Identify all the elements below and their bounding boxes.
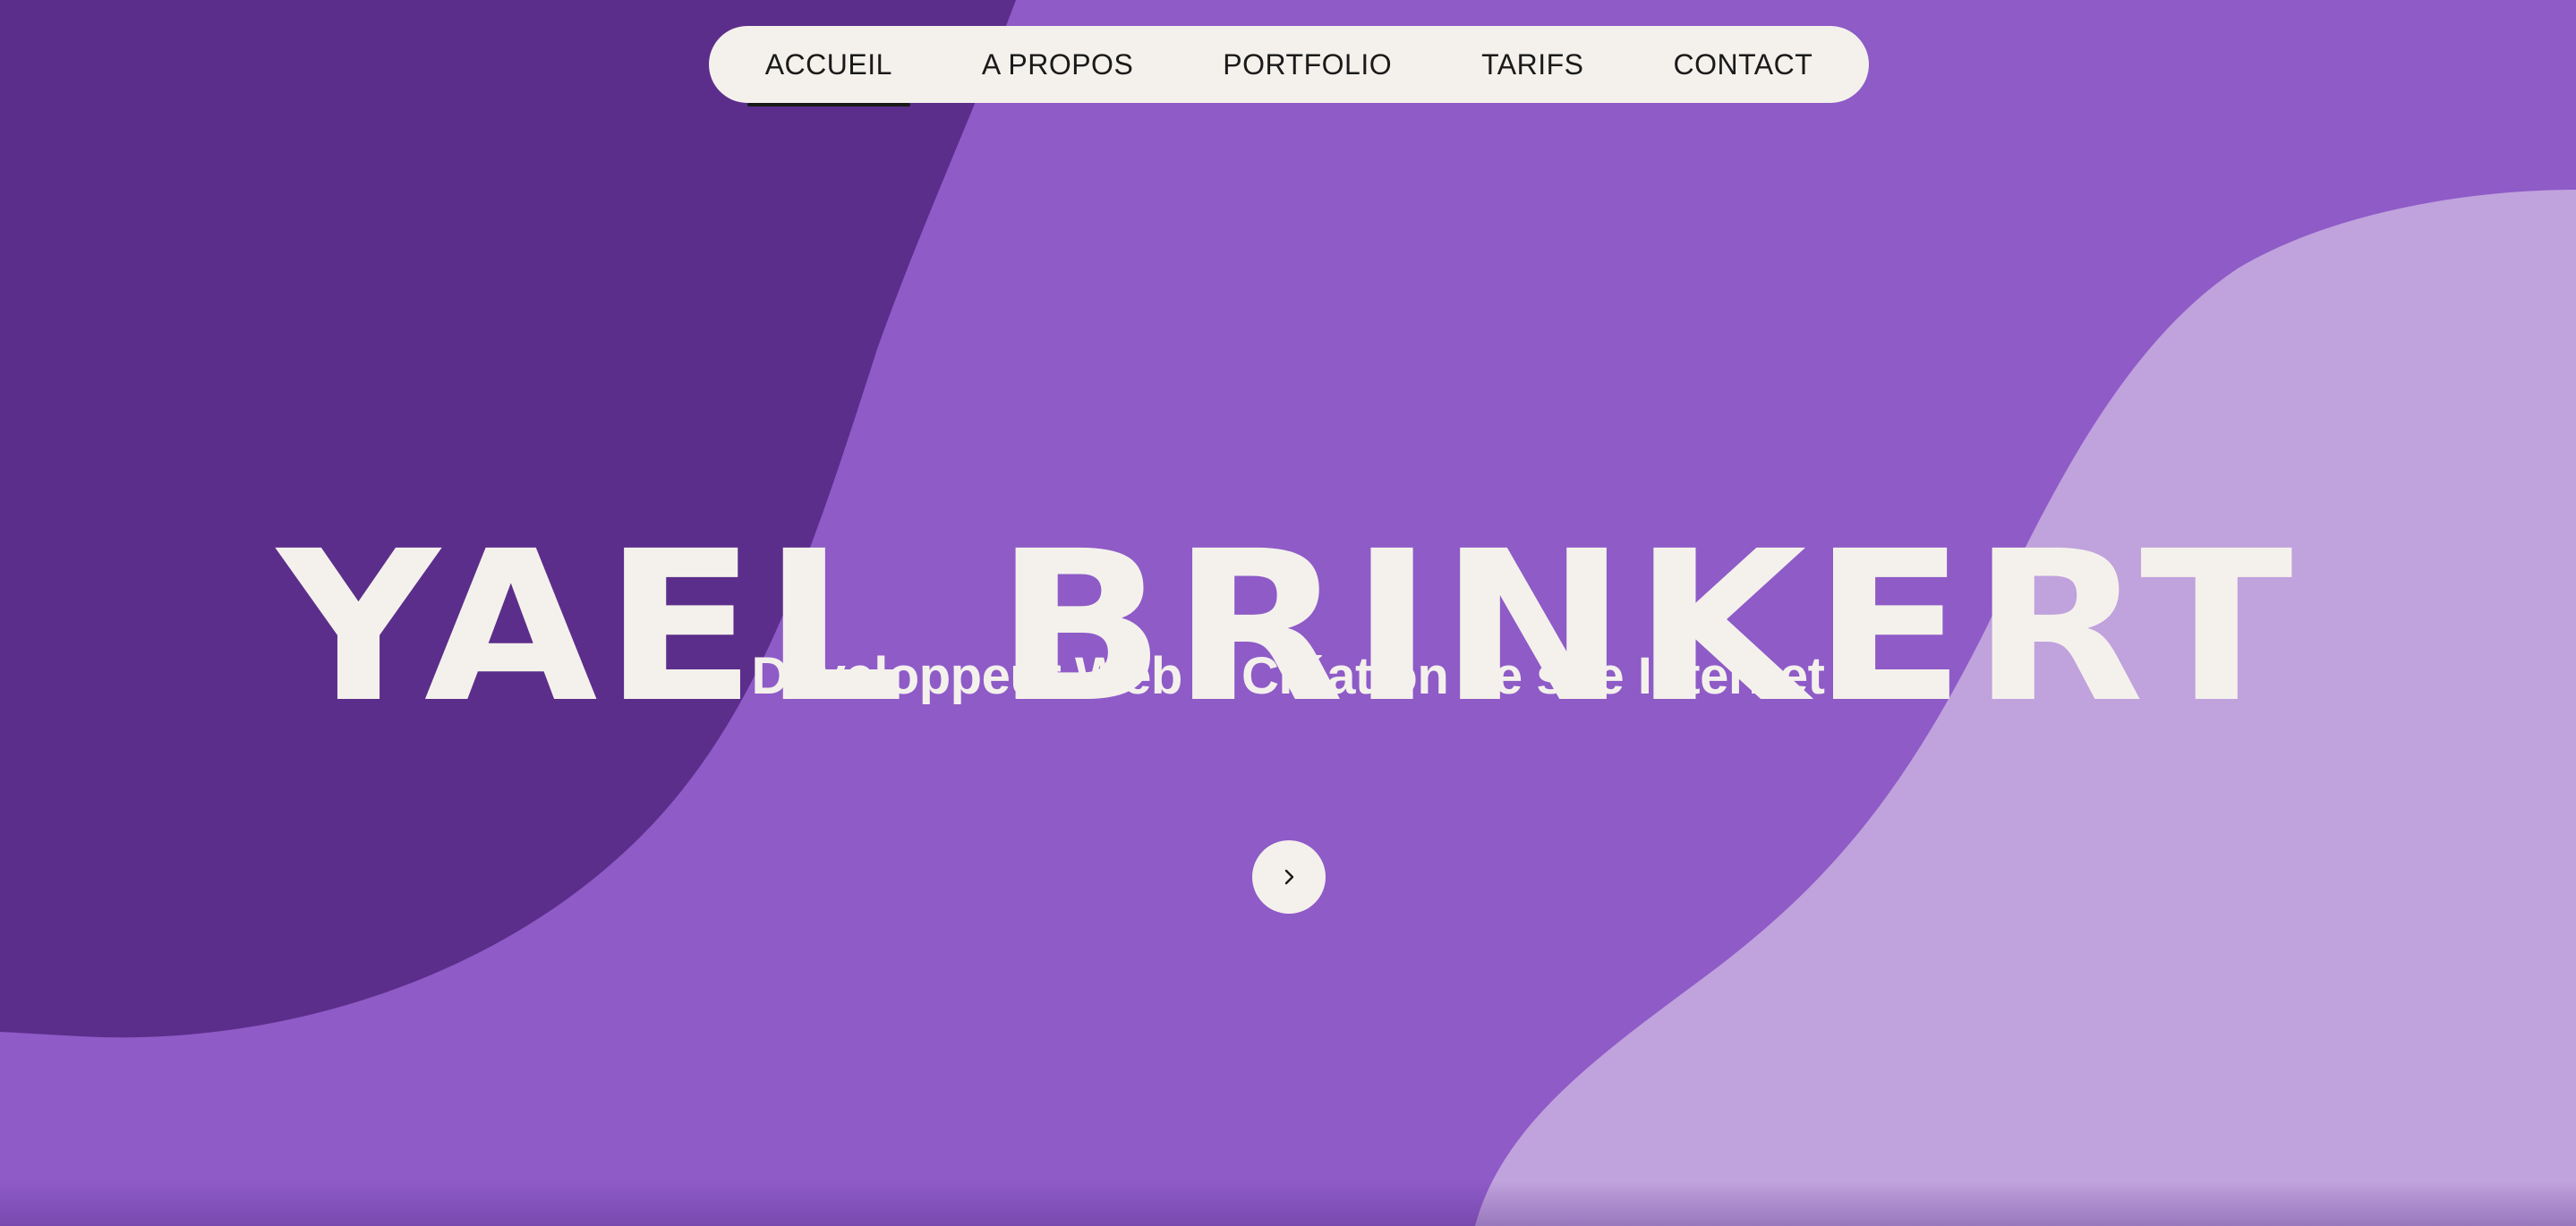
nav-item-a-propos[interactable]: A PROPOS bbox=[982, 48, 1133, 81]
nav-item-contact[interactable]: CONTACT bbox=[1674, 48, 1813, 81]
top-navigation: ACCUEIL A PROPOS PORTFOLIO TARIFS CONTAC… bbox=[709, 26, 1869, 106]
nav-item-tarifs[interactable]: TARIFS bbox=[1481, 48, 1583, 81]
tagline-part-1: Développeur Web bbox=[751, 647, 1183, 705]
nav-item-portfolio[interactable]: PORTFOLIO bbox=[1223, 48, 1392, 81]
tagline-ampersand: & bbox=[1194, 647, 1230, 705]
hero-tagline: Développeur Web & Création de site Interne… bbox=[0, 646, 2576, 706]
hero-page: ACCUEIL A PROPOS PORTFOLIO TARIFS CONTAC… bbox=[0, 0, 2576, 1226]
scroll-next-button[interactable] bbox=[1252, 840, 1326, 914]
tagline-part-2: Création de site Internet bbox=[1241, 647, 1825, 705]
chevron-right-icon bbox=[1284, 869, 1294, 885]
nav-item-accueil[interactable]: ACCUEIL bbox=[746, 48, 911, 106]
